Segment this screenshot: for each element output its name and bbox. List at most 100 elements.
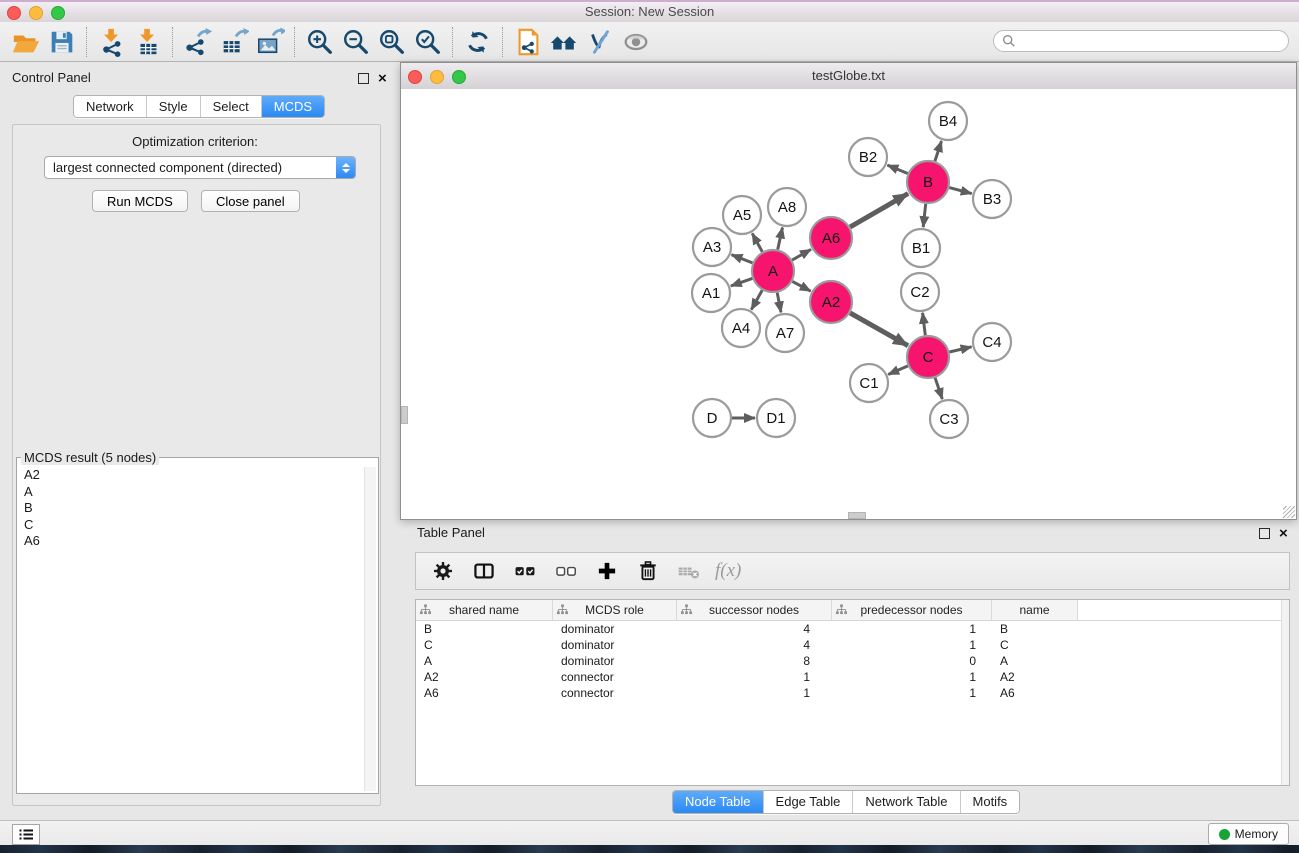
tab-network-table[interactable]: Network Table [853, 791, 960, 813]
result-item-c[interactable]: C [19, 517, 376, 534]
node-label-A5: A5 [733, 207, 751, 224]
edge-A-A5[interactable] [752, 233, 762, 251]
search-input[interactable] [1020, 33, 1288, 49]
split-panel-button[interactable] [469, 556, 499, 586]
new-network-from-selection-button[interactable] [510, 25, 546, 59]
export-image-button[interactable] [252, 25, 288, 59]
import-table-button[interactable] [130, 25, 166, 59]
plus-icon [595, 559, 619, 583]
edge-B-B2[interactable] [887, 165, 907, 173]
home-button[interactable] [546, 25, 582, 59]
tab-select[interactable]: Select [201, 96, 262, 117]
delete-table-button [674, 556, 704, 586]
edge-A6-B[interactable] [850, 194, 908, 228]
zoom-in-button[interactable] [302, 25, 338, 59]
edge-C-C4[interactable] [949, 347, 971, 352]
canvas-vertical-scroll-thumb[interactable] [401, 406, 408, 424]
canvas-horizontal-scroll-thumb[interactable] [848, 512, 866, 519]
tab-mcds[interactable]: MCDS [262, 96, 324, 117]
tab-node-table[interactable]: Node Table [673, 791, 764, 813]
mcds-result-title: MCDS result (5 nodes) [21, 450, 159, 465]
task-history-button[interactable] [12, 824, 40, 845]
column-header-MCDS-role[interactable]: MCDS role [553, 600, 677, 620]
edge-A-A1[interactable] [731, 278, 753, 286]
show-hide-button[interactable] [618, 25, 654, 59]
deselect-all-button[interactable] [551, 556, 581, 586]
save-session-button[interactable] [44, 25, 80, 59]
result-item-a2[interactable]: A2 [19, 467, 376, 484]
table-row-a6[interactable]: A6connector11A6 [416, 685, 1289, 701]
edge-A-A7[interactable] [777, 293, 781, 313]
hide-graphics-details-button[interactable] [582, 25, 618, 59]
column-header-predecessor-nodes[interactable]: predecessor nodes [832, 600, 992, 620]
table-row-a2[interactable]: A2connector11A2 [416, 669, 1289, 685]
edge-B-B1[interactable] [923, 204, 926, 227]
edge-A-A8[interactable] [778, 228, 783, 250]
edge-C-C1[interactable] [888, 366, 908, 375]
edge-C-C2[interactable] [923, 313, 926, 335]
toolbar-separator [294, 27, 296, 57]
tab-network[interactable]: Network [74, 96, 147, 117]
column-header-shared-name[interactable]: shared name [416, 600, 553, 620]
node-label-A4: A4 [732, 320, 750, 337]
edge-A-A3[interactable] [732, 255, 753, 263]
edge-B-B3[interactable] [949, 188, 971, 194]
edge-B-B4[interactable] [935, 141, 942, 161]
run-mcds-button[interactable]: Run MCDS [92, 190, 188, 212]
table-row-b[interactable]: Bdominator41B [416, 621, 1289, 637]
edge-A-A2[interactable] [792, 281, 810, 291]
cell: B [416, 621, 553, 637]
optimization-criterion-label: Optimization criterion: [0, 134, 390, 149]
tab-edge-table[interactable]: Edge Table [764, 791, 854, 813]
window-title: Session: New Session [0, 4, 1299, 19]
memory-button[interactable]: Memory [1208, 823, 1289, 845]
export-table-button[interactable] [216, 25, 252, 59]
edge-C-C3[interactable] [935, 378, 942, 399]
result-item-a6[interactable]: A6 [19, 533, 376, 550]
close-table-panel-icon[interactable]: × [1279, 529, 1288, 539]
node-label-B2: B2 [859, 149, 877, 166]
edge-A-A6[interactable] [792, 249, 811, 260]
window-resize-grip[interactable] [1283, 506, 1295, 518]
table-settings-button[interactable] [428, 556, 458, 586]
close-panel-icon[interactable]: × [378, 74, 387, 84]
optimization-criterion-dropdown[interactable]: largest connected component (directed) [44, 156, 356, 179]
cell-empty [1078, 637, 1289, 653]
tab-style[interactable]: Style [147, 96, 201, 117]
delete-column-button[interactable] [633, 556, 663, 586]
network-canvas[interactable]: B4B2BB3A8A5A6A3B1AC2A1A2A4A7C4CC1DD1C3 [401, 89, 1296, 519]
open-session-button[interactable] [8, 25, 44, 59]
add-column-button[interactable] [592, 556, 622, 586]
zoom-fit-button[interactable] [374, 25, 410, 59]
result-item-a[interactable]: A [19, 484, 376, 501]
edge-A2-C[interactable] [850, 313, 908, 346]
column-type-icon [420, 604, 431, 615]
close-panel-button[interactable]: Close panel [201, 190, 300, 212]
zoom-selected-button[interactable] [410, 25, 446, 59]
cell: 1 [832, 621, 992, 637]
table-row-a[interactable]: Adominator80A [416, 653, 1289, 669]
control-panel-tabs: NetworkStyleSelectMCDS [73, 95, 325, 118]
column-header-successor-nodes[interactable]: successor nodes [677, 600, 832, 620]
node-label-B1: B1 [912, 240, 930, 257]
float-panel-icon[interactable] [358, 73, 369, 84]
column-header-name[interactable]: name [992, 600, 1078, 620]
result-list-scrollbar[interactable] [364, 467, 376, 791]
float-table-panel-icon[interactable] [1259, 528, 1270, 539]
edge-A-A4[interactable] [751, 290, 762, 310]
table-scrollbar[interactable] [1281, 600, 1289, 785]
tab-motifs[interactable]: Motifs [961, 791, 1020, 813]
desktop-background [0, 845, 1299, 853]
network-window-titlebar[interactable]: testGlobe.txt [401, 63, 1296, 90]
import-network-button[interactable] [94, 25, 130, 59]
result-item-b[interactable]: B [19, 500, 376, 517]
node-label-C2: C2 [910, 284, 929, 301]
zoom-out-button[interactable] [338, 25, 374, 59]
table-panel-controls: × [1259, 528, 1288, 539]
cell-empty [1078, 653, 1289, 669]
export-network-button[interactable] [180, 25, 216, 59]
refresh-button[interactable] [460, 25, 496, 59]
table-row-c[interactable]: Cdominator41C [416, 637, 1289, 653]
node-label-D: D [707, 410, 718, 427]
select-all-button[interactable] [510, 556, 540, 586]
